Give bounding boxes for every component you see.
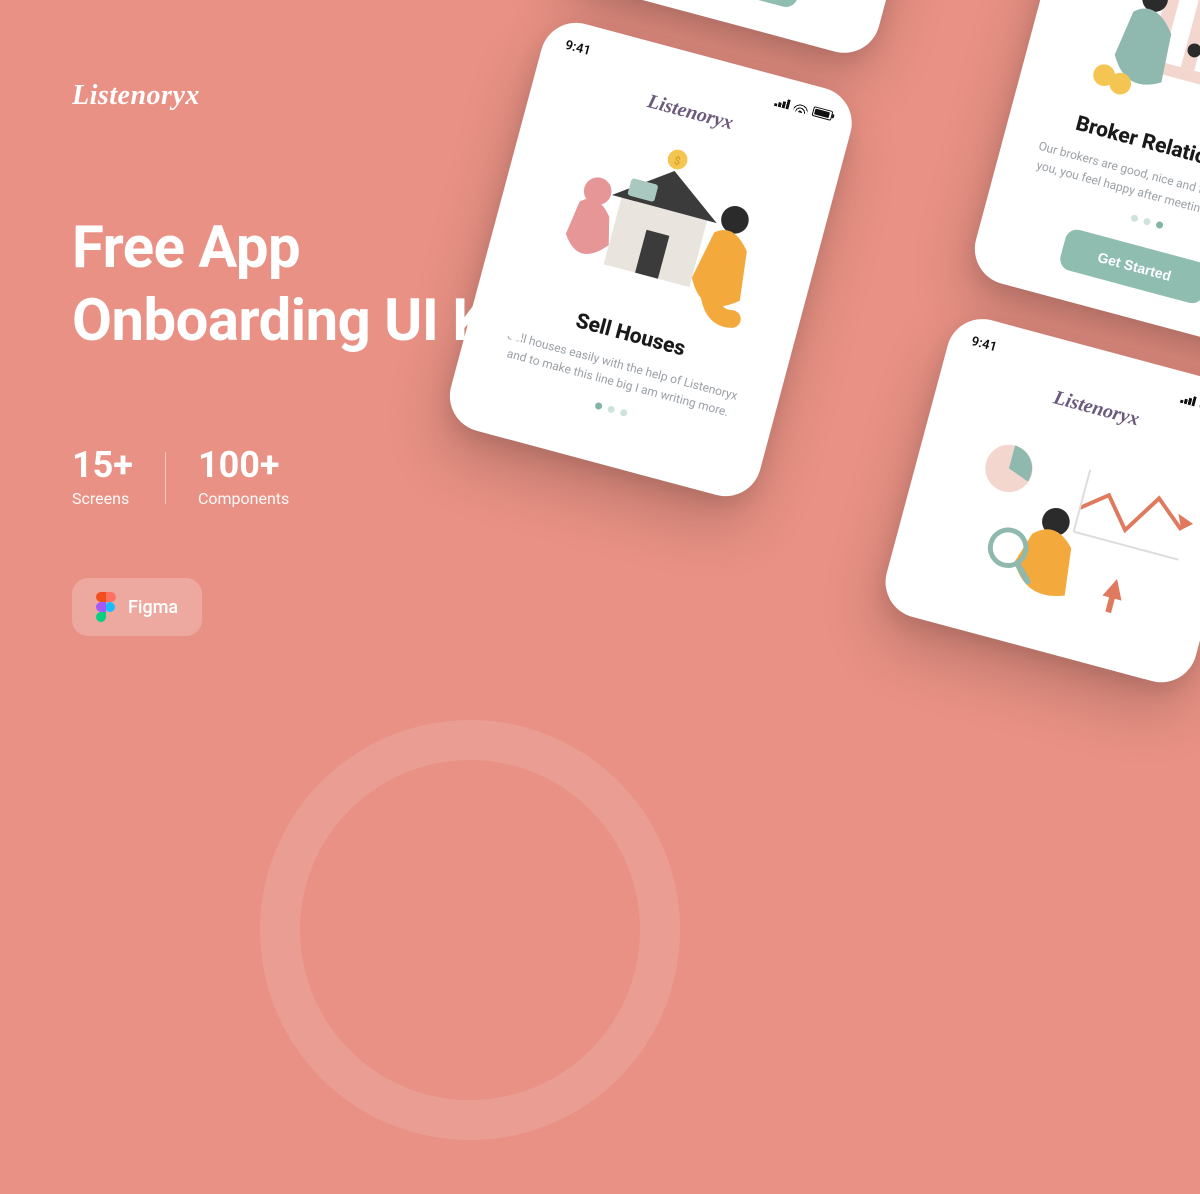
hero-left-panel: Listenoryx Free App Onboarding UI Kit 15…: [72, 80, 532, 636]
wifi-icon: [793, 101, 809, 114]
stat-screens-label: Screens: [72, 489, 133, 508]
phone-broker: 9:41 Listenoryx $: [967, 0, 1200, 357]
figma-icon: [96, 592, 116, 622]
battery-icon: [811, 106, 833, 121]
get-started-button[interactable]: Get Started: [1058, 227, 1200, 306]
dot-icon: [594, 402, 603, 411]
headline: Free App Onboarding UI Kit: [72, 212, 532, 357]
status-icons: [1180, 393, 1200, 418]
dot-icon: [606, 405, 615, 414]
dot-icon: [1155, 221, 1164, 230]
cellular-signal-icon: [1180, 393, 1197, 407]
brand-logo: Listenoryx: [72, 80, 532, 112]
get-started-button[interactable]: Get Started: [652, 0, 805, 9]
stat-components-label: Components: [198, 489, 289, 508]
stat-components: 100+ Components: [198, 447, 289, 508]
cellular-signal-icon: [774, 96, 791, 110]
dot-icon: [619, 408, 628, 417]
dot-icon: [1130, 214, 1139, 223]
figma-chip-label: Figma: [128, 597, 178, 618]
phone-analytics: 9:41 Listenoryx: [877, 311, 1200, 690]
status-time: 9:41: [564, 38, 593, 59]
figma-chip[interactable]: Figma: [72, 578, 202, 636]
stat-components-number: 100+: [198, 447, 289, 483]
status-time: 9:41: [970, 334, 999, 355]
status-icons: [774, 96, 834, 121]
stat-divider: [165, 452, 166, 504]
stat-screens: 15+ Screens: [72, 447, 133, 508]
dot-icon: [1142, 217, 1151, 226]
stat-screens-number: 15+: [72, 447, 133, 483]
illustration-analytics-icon: [910, 402, 1200, 642]
stats-row: 15+ Screens 100+ Components: [72, 447, 532, 508]
